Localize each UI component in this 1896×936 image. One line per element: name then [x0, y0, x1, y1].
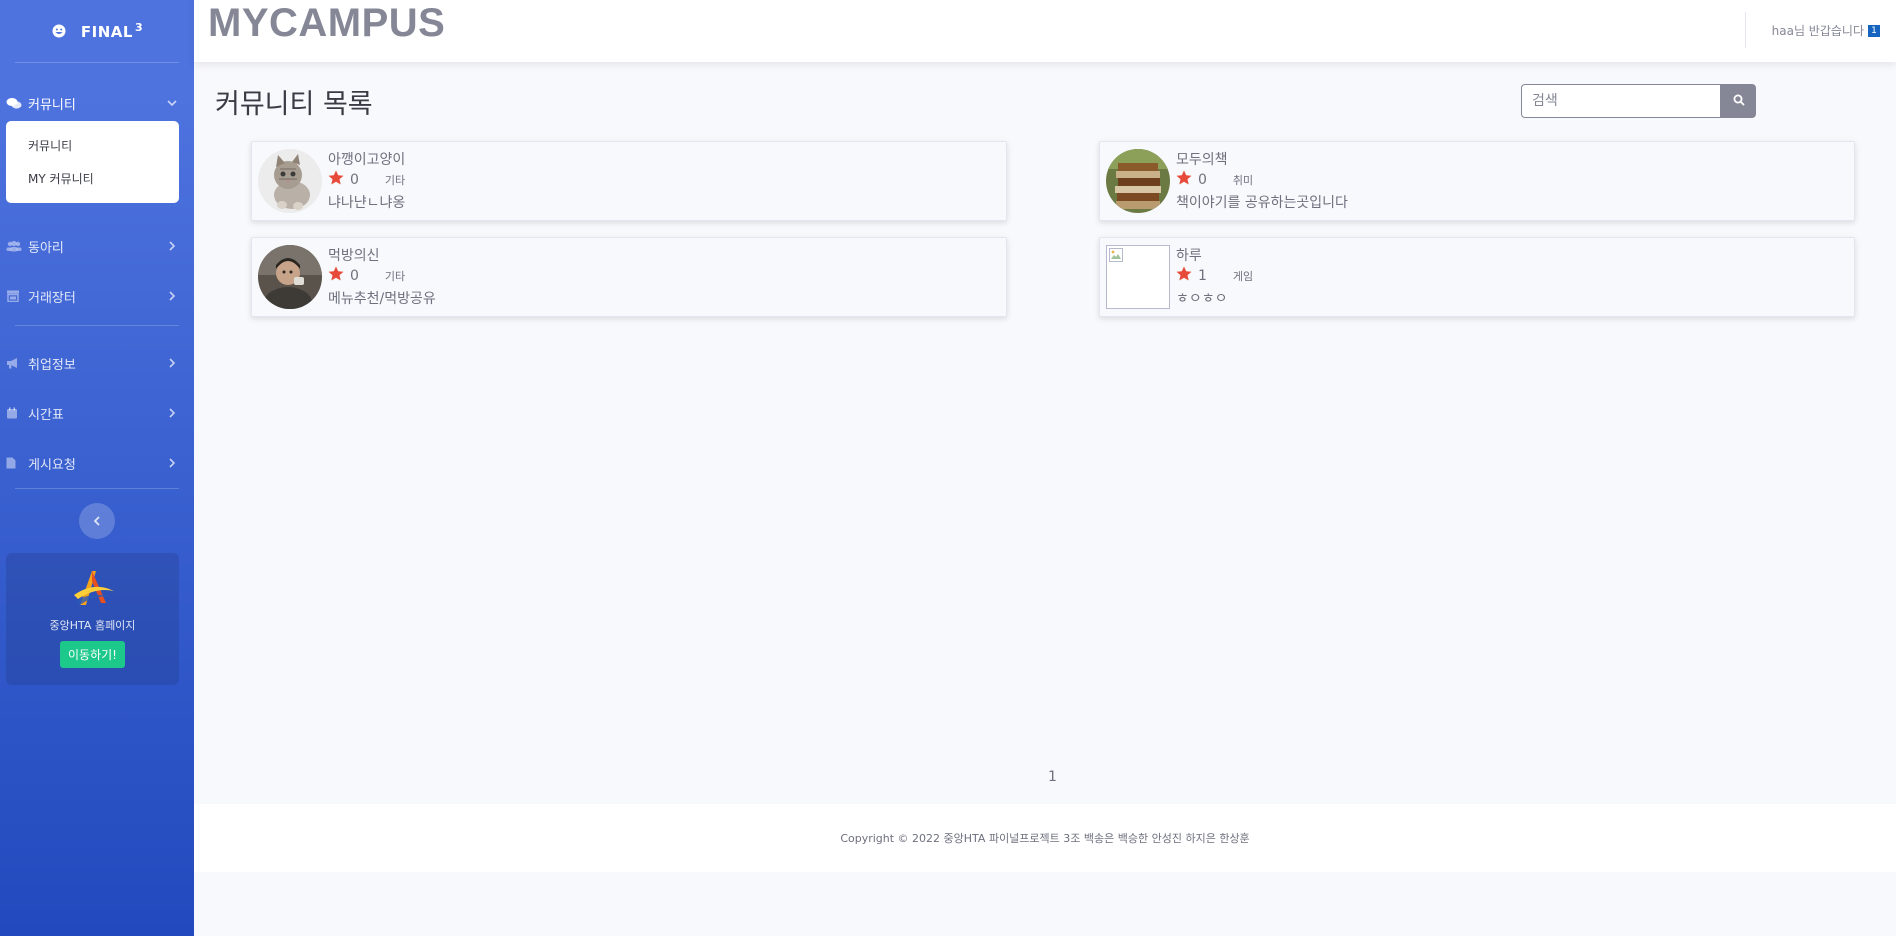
hta-logo-icon: [70, 567, 116, 611]
sidebar-item-community[interactable]: 커뮤니티: [0, 85, 194, 121]
bullhorn-icon: [6, 356, 22, 370]
community-description: 냐나냔ㄴ냐옹: [328, 195, 406, 211]
page-title: 커뮤니티 목록: [215, 89, 373, 120]
community-name: 모두의책: [1176, 152, 1228, 168]
sidebar-divider: [15, 488, 179, 489]
community-avatar-broken-image-icon: [1106, 245, 1170, 309]
user-greeting: haa님 반갑습니다: [1771, 24, 1864, 38]
sidebar-item-label: 커뮤니티: [28, 97, 76, 113]
chevron-right-icon: [166, 290, 178, 302]
promo-go-button[interactable]: 이동하기!: [60, 641, 125, 668]
community-card[interactable]: 모두의책 0 취미 책이야기를 공유하는곳입니다: [1099, 141, 1855, 221]
calendar-icon: [6, 406, 22, 420]
community-like-count: 0: [350, 267, 359, 284]
community-meta: 0 기타: [328, 170, 405, 189]
sidebar-toggle-button[interactable]: [79, 503, 115, 539]
community-category: 게임: [1232, 269, 1254, 283]
community-name: 먹방의신: [328, 248, 380, 264]
chevron-right-icon: [166, 457, 178, 469]
community-card[interactable]: 아깽이고양이 0 기타 냐나냔ㄴ냐옹: [251, 141, 1007, 221]
community-category: 기타: [384, 173, 406, 187]
community-meta: 1 게임: [1176, 266, 1253, 285]
file-icon: [6, 456, 22, 470]
users-icon: [6, 239, 22, 253]
community-like-count: 1: [1198, 267, 1207, 284]
user-menu[interactable]: haa님 반갑습니다 1: [1772, 22, 1880, 39]
community-description: ㅎㅇㅎㅇ: [1176, 291, 1228, 307]
chevron-right-icon: [166, 407, 178, 419]
community-name: 하루: [1176, 248, 1202, 264]
community-avatar-books: [1106, 149, 1170, 213]
community-card[interactable]: 먹방의신 0 기타 메뉴추천/먹방공유: [251, 237, 1007, 317]
sidebar-item-label: 취업정보: [28, 357, 76, 373]
topbar-divider: [1745, 12, 1746, 48]
footer: Copyright © 2022 중앙HTA 파이널프로젝트 3조 백송은 백승…: [194, 804, 1896, 872]
submenu-item-my-community[interactable]: MY 커뮤니티: [6, 162, 179, 195]
chevron-right-icon: [166, 357, 178, 369]
sidebar-item-label: 게시요청: [28, 457, 76, 473]
search-form: [1521, 84, 1756, 118]
community-card[interactable]: 하루 1 게임 ㅎㅇㅎㅇ: [1099, 237, 1855, 317]
sidebar-brand[interactable]: FINAL 3: [0, 0, 194, 62]
community-like-count: 0: [350, 171, 359, 188]
promo-text: 중앙HTA 홈페이지: [49, 619, 136, 632]
community-like-count: 0: [1198, 171, 1207, 188]
chevron-left-icon: [91, 512, 103, 531]
search-icon: [1733, 94, 1745, 109]
community-category: 취미: [1232, 173, 1254, 187]
comments-icon: [6, 96, 22, 110]
site-title[interactable]: MYCAMPUS: [208, 0, 445, 46]
sidebar: FINAL 3 커뮤니티 커뮤니티 MY 커뮤니티 동아리 거래장터 취업정보 …: [0, 0, 194, 936]
community-name: 아깽이고양이: [328, 152, 406, 168]
sidebar-item-market[interactable]: 거래장터: [0, 271, 194, 321]
sidebar-item-label: 거래장터: [28, 290, 76, 306]
chevron-down-icon: [166, 97, 178, 109]
sidebar-item-jobs[interactable]: 취업정보: [0, 338, 194, 388]
copyright-text: Copyright © 2022 중앙HTA 파이널프로젝트 3조 백송은 백승…: [840, 832, 1250, 845]
community-submenu: 커뮤니티 MY 커뮤니티: [6, 121, 179, 203]
community-meta: 0 취미: [1176, 170, 1253, 189]
sidebar-item-label: 시간표: [28, 407, 64, 423]
user-badge-icon: 1: [1868, 24, 1880, 37]
store-icon: [6, 289, 22, 303]
community-description: 메뉴추천/먹방공유: [328, 291, 436, 307]
community-description: 책이야기를 공유하는곳입니다: [1176, 195, 1348, 211]
sidebar-item-club[interactable]: 동아리: [0, 221, 194, 271]
submenu-item-community[interactable]: 커뮤니티: [6, 129, 179, 162]
star-icon: [1176, 170, 1192, 189]
sidebar-item-timetable[interactable]: 시간표: [0, 388, 194, 438]
star-icon: [328, 266, 344, 285]
community-meta: 0 기타: [328, 266, 405, 285]
chevron-right-icon: [166, 240, 178, 252]
search-input[interactable]: [1521, 84, 1721, 118]
brand-text: FINAL 3: [80, 21, 144, 41]
laugh-icon: [51, 23, 67, 39]
community-category: 기타: [384, 269, 406, 283]
pagination-page-1[interactable]: 1: [1048, 769, 1057, 785]
promo-card: 중앙HTA 홈페이지 이동하기!: [6, 553, 179, 685]
search-button[interactable]: [1721, 84, 1756, 118]
star-icon: [328, 170, 344, 189]
sidebar-item-post-request[interactable]: 게시요청: [0, 438, 194, 488]
community-avatar-person: [258, 245, 322, 309]
community-avatar-kitten: [258, 149, 322, 213]
topbar: MYCAMPUS haa님 반갑습니다 1: [194, 0, 1896, 62]
sidebar-item-label: 동아리: [28, 240, 64, 256]
star-icon: [1176, 266, 1192, 285]
